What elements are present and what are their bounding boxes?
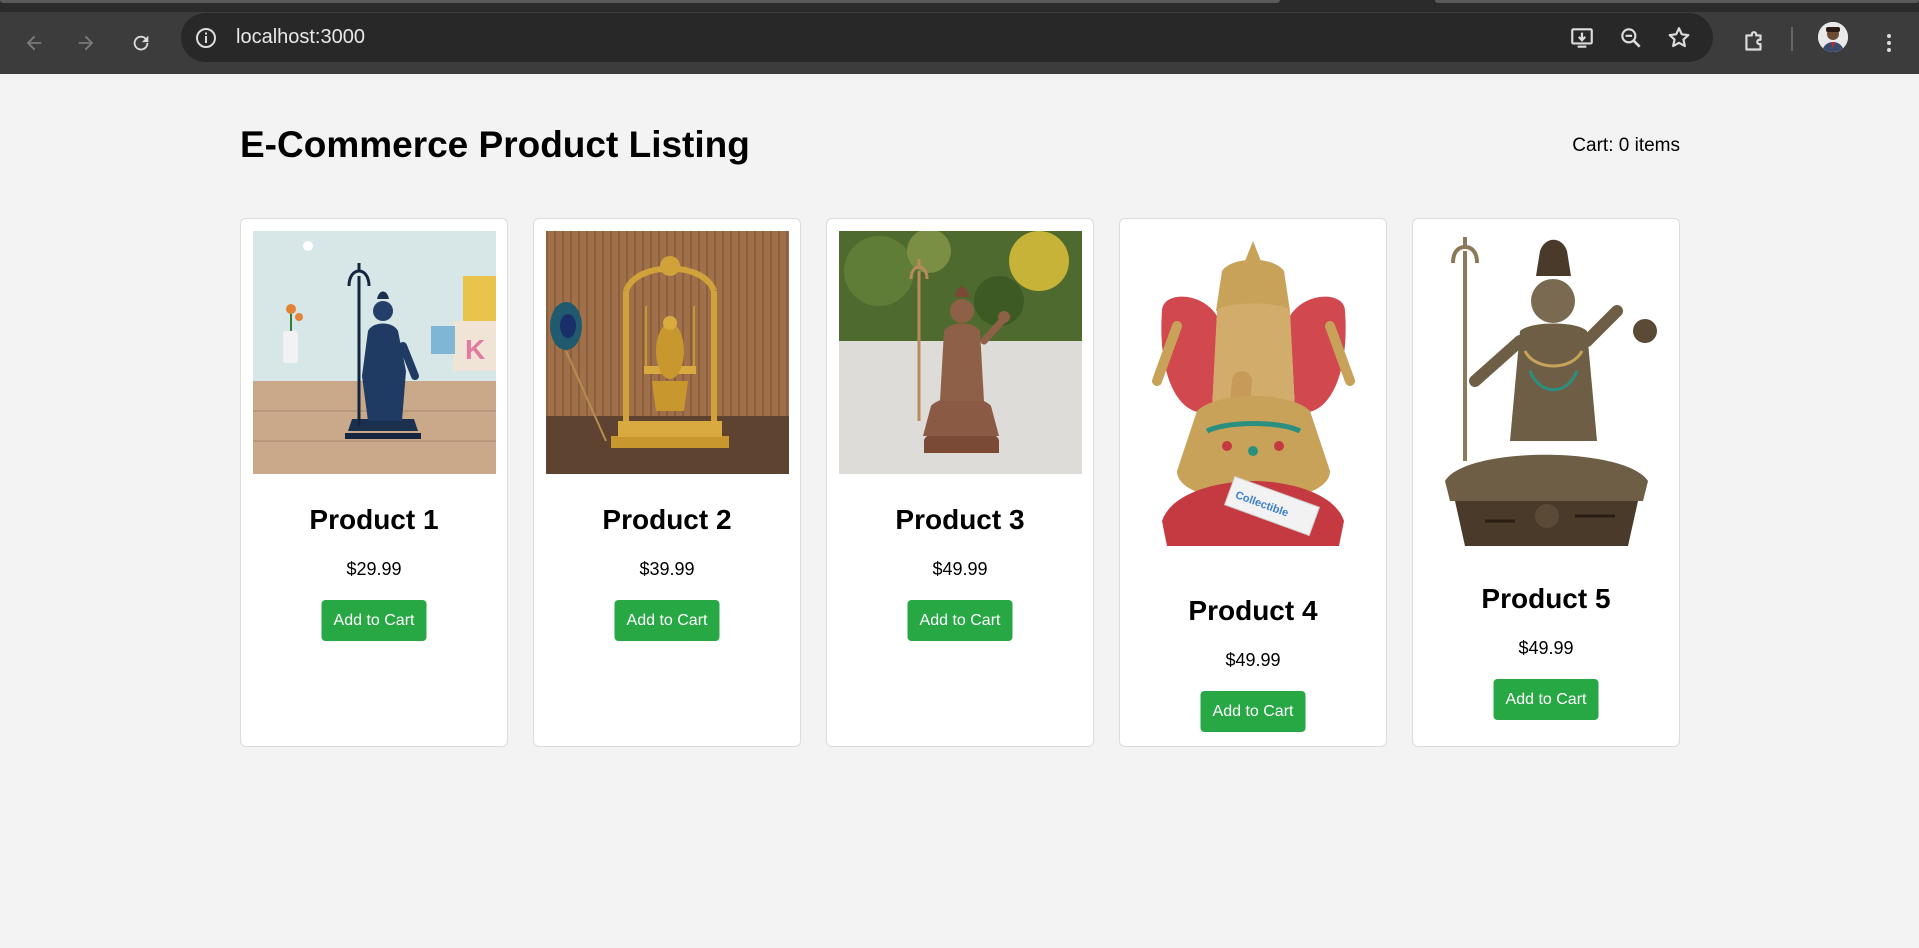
product-name: Product 4: [1188, 595, 1318, 626]
product-card: K Product 1 $29.99 Add to Cart: [240, 218, 508, 747]
back-button[interactable]: [14, 23, 54, 63]
product-card: Product 5 $49.99 Add to Cart: [1412, 218, 1680, 747]
cart-status: Cart: 0 items: [1572, 135, 1680, 156]
browser-chrome: localhost:3000: [0, 0, 1919, 74]
profile-avatar[interactable]: [1818, 22, 1848, 52]
product-name: Product 5: [1481, 583, 1611, 614]
avatar-icon: [1818, 22, 1848, 52]
product-price: $49.99: [1518, 638, 1574, 658]
product-image: [546, 231, 789, 474]
toolbar-divider: [1791, 27, 1793, 51]
address-bar[interactable]: localhost:3000: [181, 13, 1713, 62]
page-title: E-Commerce Product Listing: [240, 124, 750, 165]
forward-button[interactable]: [66, 23, 106, 63]
add-to-cart-button[interactable]: Add to Cart: [1200, 691, 1306, 732]
product-price: $49.99: [932, 559, 988, 579]
product-image: [839, 231, 1082, 474]
product-name: Product 2: [602, 504, 732, 535]
add-to-cart-button[interactable]: Add to Cart: [614, 600, 720, 641]
svg-text:K: K: [465, 334, 485, 365]
extensions-button[interactable]: [1735, 24, 1773, 62]
product-image: [1425, 231, 1668, 553]
add-to-cart-button[interactable]: Add to Cart: [321, 600, 427, 641]
tab-strip: [0, 0, 1919, 12]
product-price: $49.99: [1225, 650, 1281, 670]
page-content: E-Commerce Product Listing Cart: 0 items…: [0, 74, 1919, 948]
reload-icon: [133, 35, 149, 51]
kebab-menu-icon: [1887, 34, 1891, 52]
product-name: Product 3: [895, 504, 1025, 535]
arrow-left-icon: [26, 35, 42, 51]
product-card: Collectible Product 4 $49.99 Add to Cart: [1119, 218, 1387, 747]
browser-toolbar: localhost:3000: [0, 12, 1919, 74]
product-name: Product 1: [309, 504, 439, 535]
zoom-icon[interactable]: [1618, 25, 1644, 51]
add-to-cart-button[interactable]: Add to Cart: [907, 600, 1013, 641]
info-icon[interactable]: [194, 26, 218, 50]
product-image: K: [253, 231, 496, 474]
reload-button[interactable]: [121, 23, 161, 63]
product-card: Product 3 $49.99 Add to Cart: [826, 218, 1094, 747]
install-app-icon[interactable]: [1569, 25, 1595, 51]
product-image: Collectible: [1132, 231, 1375, 565]
product-card: Product 2 $39.99 Add to Cart: [533, 218, 801, 747]
browser-menu-button[interactable]: [1870, 24, 1908, 62]
add-to-cart-button[interactable]: Add to Cart: [1493, 679, 1599, 720]
url-text[interactable]: localhost:3000: [236, 26, 365, 49]
bookmark-star-icon[interactable]: [1666, 25, 1692, 51]
product-price: $39.99: [639, 559, 695, 579]
arrow-right-icon: [78, 35, 94, 51]
product-price: $29.99: [346, 559, 402, 579]
puzzle-icon: [1745, 31, 1762, 51]
